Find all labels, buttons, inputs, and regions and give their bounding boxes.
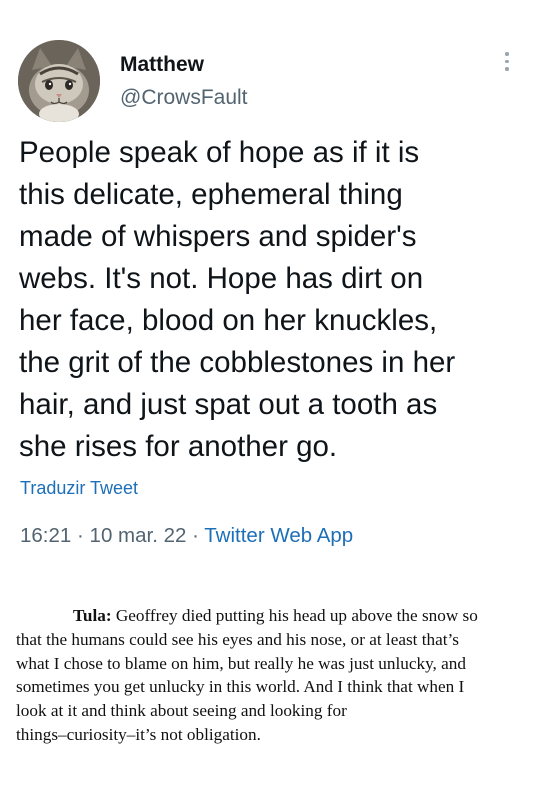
tweet-text-line: the grit of the cobblestones in her [19, 346, 456, 379]
quote-line: Geoffrey died putting his head up above … [115, 606, 478, 625]
author-handle[interactable]: @CrowsFault [120, 86, 248, 110]
tweet-text-line: People speak of hope as if it is [19, 136, 420, 169]
tweet-text: People speak of hope as if it is this de… [19, 132, 529, 468]
quote-speaker: Tula: [73, 606, 112, 625]
meta-separator: · [77, 524, 84, 547]
tweet-text-line: made of whispers and spider's [19, 220, 417, 253]
more-vertical-icon[interactable] [500, 52, 514, 78]
quote-passage: Tula: Geoffrey died putting his head up … [16, 604, 528, 747]
translate-tweet-link[interactable]: Traduzir Tweet [20, 478, 138, 499]
quote-line: look at it and think about seeing and lo… [16, 701, 347, 721]
author-display-name[interactable]: Matthew [120, 53, 204, 77]
tweet-date[interactable]: 10 mar. 22 [90, 524, 187, 547]
tweet-meta: 16:21 · 10 mar. 22 · Twitter Web App [20, 524, 353, 548]
cat-avatar-icon [18, 40, 100, 122]
source-app-link[interactable]: Twitter Web App [204, 524, 353, 547]
tweet-time[interactable]: 16:21 [20, 524, 71, 547]
tweet-text-line: she rises for another go. [19, 430, 338, 463]
tweet-text-line: this delicate, ephemeral thing [19, 178, 403, 211]
quote-line: that the humans could see his eyes and h… [16, 629, 459, 649]
tweet-card: Matthew @CrowsFault People speak of hope… [0, 0, 540, 570]
quote-first-line: Tula: Geoffrey died putting his head up … [16, 604, 528, 628]
quote-line: what I chose to blame on him, but really… [16, 653, 466, 673]
tweet-text-line: webs. It's not. Hope has dirt on [19, 262, 424, 295]
meta-separator: · [192, 524, 199, 547]
avatar[interactable] [18, 40, 100, 122]
quote-line: sometimes you get unlucky in this world.… [16, 677, 465, 697]
tweet-text-line: her face, blood on her knuckles, [19, 304, 438, 337]
quote-line: things–curiosity–it’s not obligation. [16, 724, 261, 744]
tweet-text-line: hair, and just spat out a tooth as [19, 388, 438, 421]
